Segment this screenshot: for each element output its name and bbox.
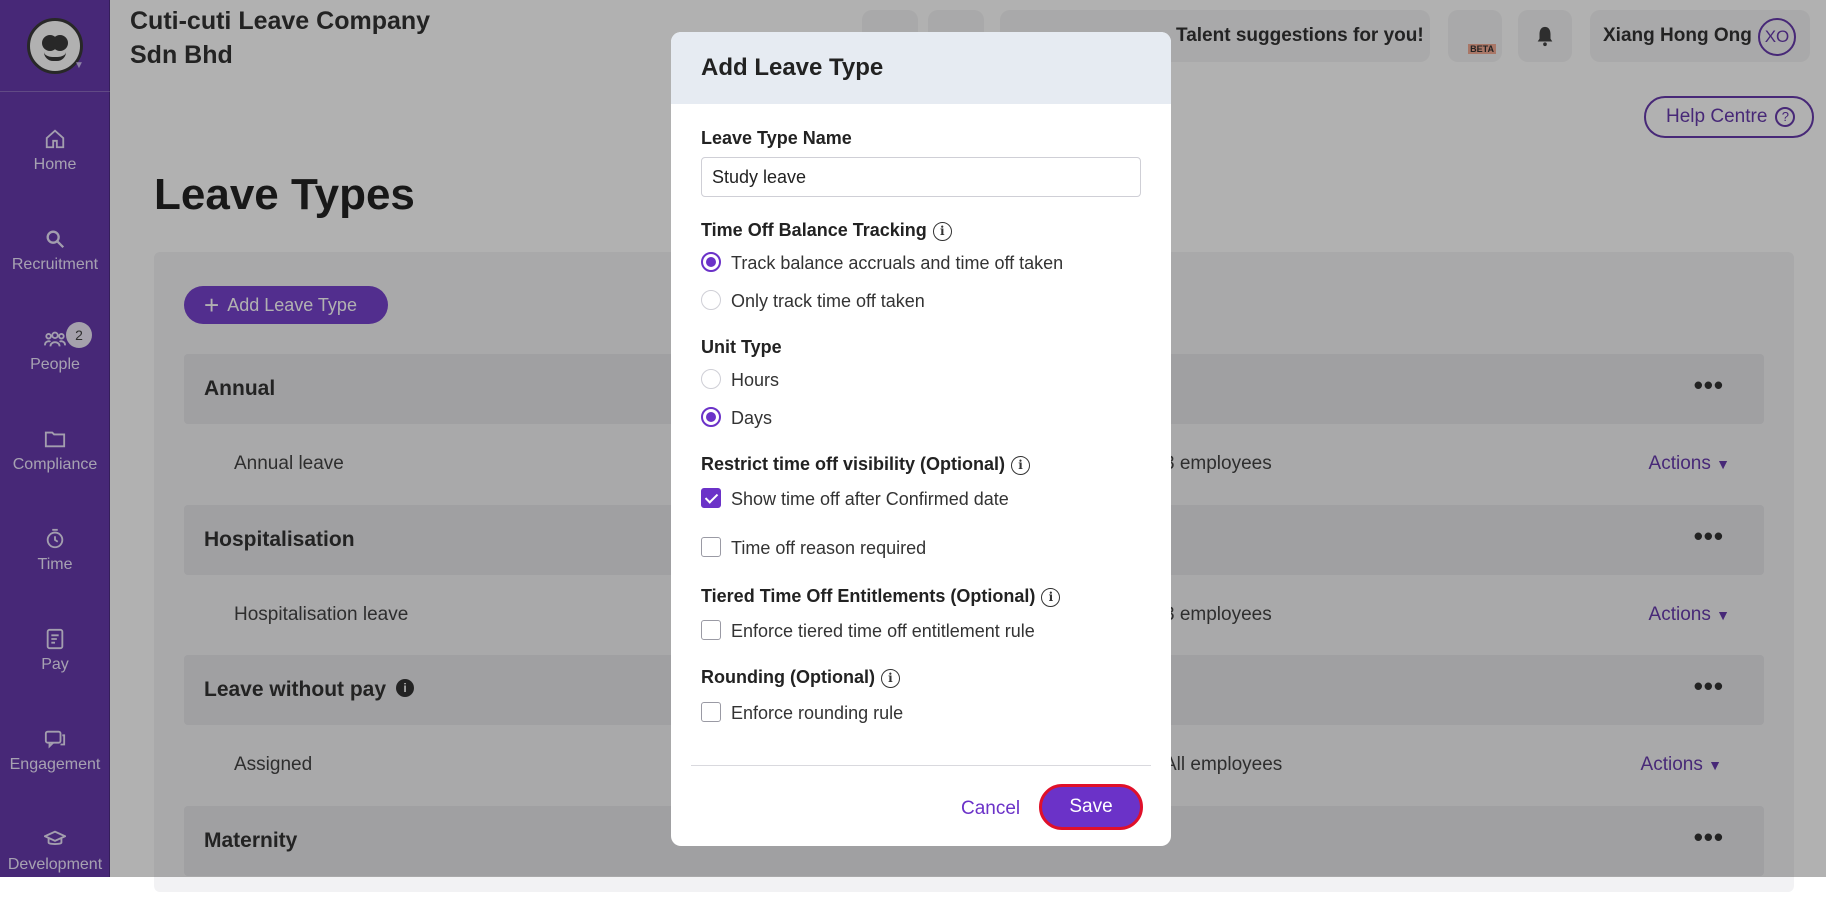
info-icon[interactable]: i	[932, 222, 952, 241]
modal-divider	[691, 765, 1151, 766]
leave-type-name-label: Leave Type Name	[701, 128, 852, 148]
leave-type-name-input[interactable]	[701, 157, 1141, 197]
radio-selected[interactable]	[701, 252, 721, 273]
unit-option-days[interactable]: Days	[701, 406, 772, 430]
add-leave-type-modal: Add Leave Type Leave Type Name Time Off …	[671, 32, 1171, 846]
unit-option-hours[interactable]: Hours	[701, 368, 779, 392]
radio-unselected[interactable]	[701, 369, 721, 390]
visibility-label: Restrict time off visibility (Optional) i	[701, 454, 1031, 475]
tracking-option-accruals[interactable]: Track balance accruals and time off take…	[701, 251, 1063, 275]
tracking-option-time-off[interactable]: Only track time off taken	[701, 289, 925, 313]
info-icon[interactable]: i	[880, 669, 900, 688]
checkbox-unchecked[interactable]	[701, 702, 721, 723]
reason-required-option[interactable]: Time off reason required	[701, 536, 926, 560]
radio-unselected[interactable]	[701, 290, 721, 311]
modal-title: Add Leave Type	[671, 32, 1171, 104]
save-button[interactable]: Save	[1039, 784, 1143, 830]
radio-selected[interactable]	[701, 407, 721, 428]
show-after-confirmed-option[interactable]: Show time off after Confirmed date	[701, 487, 1009, 511]
checkbox-checked[interactable]	[701, 488, 721, 509]
checkbox-unchecked[interactable]	[701, 620, 721, 641]
tiered-label: Tiered Time Off Entitlements (Optional) i	[701, 586, 1061, 607]
checkbox-unchecked[interactable]	[701, 537, 721, 558]
cancel-button[interactable]: Cancel	[961, 795, 1020, 823]
tracking-label: Time Off Balance Tracking i	[701, 220, 952, 241]
info-icon[interactable]: i	[1011, 456, 1031, 475]
tiered-option[interactable]: Enforce tiered time off entitlement rule	[701, 619, 1035, 643]
info-icon[interactable]: i	[1041, 588, 1061, 607]
unit-type-label: Unit Type	[701, 337, 782, 357]
rounding-label: Rounding (Optional) i	[701, 667, 900, 688]
rounding-option[interactable]: Enforce rounding rule	[701, 701, 903, 725]
